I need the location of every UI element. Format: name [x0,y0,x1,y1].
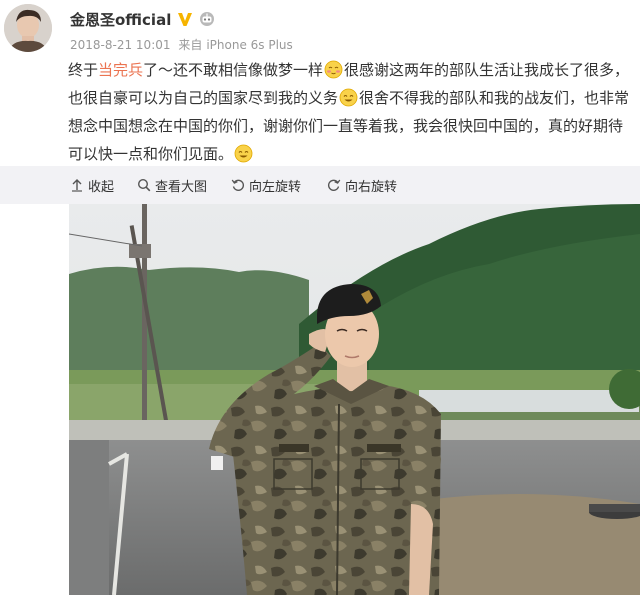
post-text-part1: 终于 [68,61,99,79]
collapse-button[interactable]: 收起 [70,176,115,195]
robot-icon[interactable] [199,11,215,27]
rotate-left-button[interactable]: 向左旋转 [231,176,302,195]
view-large-button[interactable]: 查看大图 [137,176,208,195]
rotate-right-button[interactable]: 向右旋转 [327,176,398,195]
post-meta: 2018-8-21 10:01 来自 iPhone 6s Plus [70,36,297,53]
post-text-part2: 了～还不敢相信像做梦一样 [143,61,324,79]
collapse-label: 收起 [88,179,115,195]
view-large-label: 查看大图 [155,179,208,195]
post-text: 终于当完兵了～还不敢相信像做梦一样 很感谢这两年的部队生活让我成长了很多，也很自豪… [68,56,636,168]
rotate-right-icon [327,178,341,192]
topic-link[interactable]: 当完兵 [98,61,143,79]
image-toolbar: 收起 查看大图 向左旋转 向右旋转 [0,166,640,204]
avatar[interactable] [4,4,52,52]
user-name[interactable]: 金恩圣official [70,9,171,30]
vip-v-icon[interactable] [177,12,193,27]
rotate-left-icon [231,178,245,192]
smile-emoji-icon [339,88,358,107]
post-source[interactable]: iPhone 6s Plus [206,38,292,52]
smile-emoji-icon [234,144,253,163]
post-date[interactable]: 2018-8-21 10:01 [70,38,171,52]
source-prefix: 来自 [178,38,203,52]
post-photo[interactable] [69,204,640,595]
search-icon [137,178,151,192]
rotate-left-label: 向左旋转 [249,179,302,195]
rotate-right-label: 向右旋转 [345,179,398,195]
shy-emoji-icon [324,60,343,79]
collapse-arrow-icon [70,178,84,192]
